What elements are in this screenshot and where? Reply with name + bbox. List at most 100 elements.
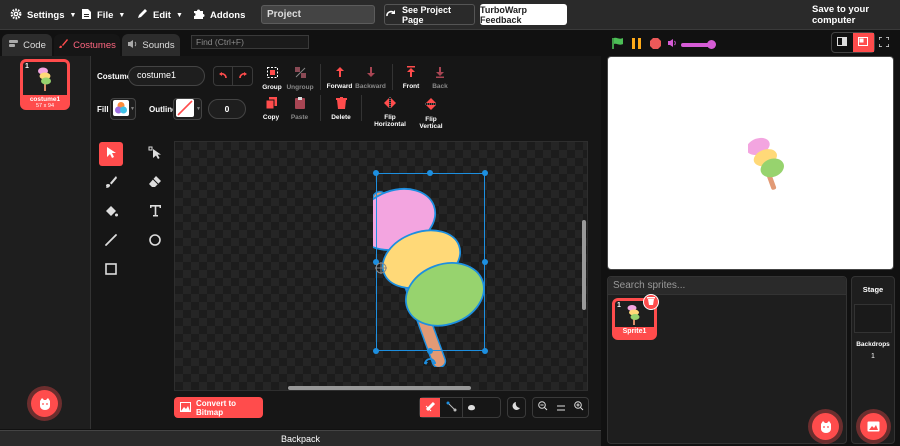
dark-mode-toggle[interactable]	[507, 397, 526, 418]
project-title-input[interactable]: Project	[261, 5, 375, 24]
horizontal-scrollbar[interactable]	[288, 386, 471, 390]
resize-handle[interactable]	[482, 170, 488, 176]
ungroup-button[interactable]: Ungroup	[286, 66, 314, 91]
addons-label: Addons	[210, 9, 246, 21]
fullscreen-button[interactable]	[878, 36, 890, 50]
flip-horizontal-icon	[383, 97, 397, 111]
sprite-on-stage	[746, 132, 788, 195]
selection-box[interactable]	[376, 173, 485, 351]
paste-button[interactable]: Paste	[289, 97, 310, 121]
backdrops-count: 1	[871, 353, 875, 360]
edit-menu[interactable]: Edit ▼	[136, 0, 183, 30]
redo-button[interactable]	[233, 67, 252, 85]
rotate-icon	[424, 357, 436, 369]
backpack-bar[interactable]: Backpack	[0, 430, 601, 446]
backward-button[interactable]: Backward	[355, 66, 386, 90]
save-to-computer-button[interactable]: Save to your computer	[812, 0, 900, 30]
stage-canvas[interactable]	[607, 56, 894, 270]
snap-to-point-button[interactable]	[440, 398, 462, 417]
magnet-icon	[425, 401, 436, 415]
zoom-out-icon[interactable]	[537, 401, 548, 414]
green-flag-icon	[611, 37, 624, 53]
gear-icon	[10, 8, 22, 23]
costume-item[interactable]: 1 costume1 57 x 94	[20, 59, 70, 110]
circle-tool[interactable]	[143, 229, 167, 253]
brush-tool[interactable]	[99, 171, 123, 195]
settings-menu[interactable]: Settings ▼	[10, 0, 76, 30]
reshape-tool[interactable]	[143, 142, 167, 166]
chevron-down-icon: ▼	[175, 11, 183, 19]
addons-menu[interactable]: Addons	[193, 0, 245, 30]
resize-handle[interactable]	[427, 348, 433, 354]
delete-button[interactable]: Delete	[330, 97, 352, 121]
snap-controls	[419, 397, 501, 418]
resize-handle[interactable]	[373, 170, 379, 176]
see-project-page-button[interactable]: See Project Page	[384, 4, 475, 25]
flip-vertical-button[interactable]: Flip Vertical	[414, 97, 448, 130]
costume-name-input[interactable]: costume1	[128, 66, 205, 86]
fill-tool[interactable]	[99, 200, 123, 224]
choose-backdrop-button[interactable]	[860, 413, 887, 440]
circle-icon	[148, 233, 162, 250]
stop-button[interactable]	[649, 37, 662, 53]
sprite-search-input[interactable]: Search sprites...	[608, 277, 846, 295]
small-stage-button[interactable]	[832, 33, 853, 52]
choose-costume-button[interactable]	[31, 390, 58, 417]
resize-handle[interactable]	[427, 170, 433, 176]
backdrops-label: Backdrops	[856, 341, 890, 348]
select-tool[interactable]	[99, 142, 123, 166]
flip-horizontal-button[interactable]: Flip Horizontal	[369, 97, 411, 128]
tab-costumes[interactable]: Costumes	[54, 34, 120, 56]
zoom-in-icon[interactable]	[573, 401, 584, 414]
file-menu[interactable]: File ▼	[81, 0, 125, 30]
snap-to-object-button[interactable]	[420, 398, 440, 417]
eraser-icon	[148, 175, 162, 192]
arrow-down-icon	[366, 66, 376, 80]
front-button[interactable]: Front	[400, 66, 422, 90]
stage-target-pane[interactable]: Stage Backdrops 1	[851, 276, 895, 444]
stop-icon	[649, 38, 662, 53]
find-input[interactable]: Find (Ctrl+F)	[191, 35, 309, 49]
line-tool[interactable]	[99, 229, 123, 253]
fill-color-picker[interactable]: ▼	[110, 98, 136, 120]
rectangle-tool[interactable]	[99, 258, 123, 282]
outline-width-input[interactable]: 0	[208, 99, 246, 119]
vertical-scrollbar[interactable]	[582, 220, 586, 310]
volume-control[interactable]	[667, 38, 716, 51]
file-label: File	[97, 9, 114, 21]
rotation-handle[interactable]	[424, 357, 436, 369]
color-swatch-icon	[113, 99, 129, 119]
group-button[interactable]: Group	[261, 66, 283, 91]
resize-handle[interactable]	[482, 259, 488, 265]
turbowarp-feedback-button[interactable]: TurboWarp Feedback	[480, 4, 567, 25]
back-button[interactable]: Back	[430, 66, 450, 90]
resize-handle[interactable]	[482, 348, 488, 354]
eraser-tool[interactable]	[143, 171, 167, 195]
outline-color-picker[interactable]: ▼	[173, 98, 202, 120]
text-tool[interactable]	[143, 200, 167, 224]
copy-button[interactable]: Copy	[261, 97, 281, 121]
stage-size-toggle	[831, 32, 875, 53]
forward-button[interactable]: Forward	[327, 66, 352, 90]
zoom-reset-icon[interactable]	[556, 402, 565, 414]
blob-snap-button[interactable]	[462, 398, 480, 417]
cursor-arrow-icon	[106, 146, 116, 162]
ungroup-label: Ungroup	[286, 84, 314, 91]
choose-sprite-button[interactable]	[812, 413, 839, 440]
arrow-up-icon	[335, 66, 345, 80]
delete-sprite-button[interactable]	[643, 294, 659, 310]
tab-sounds[interactable]: Sounds	[122, 34, 180, 56]
volume-slider[interactable]	[681, 39, 716, 49]
resize-handle[interactable]	[373, 348, 379, 354]
no-color-icon	[176, 98, 194, 120]
pause-button[interactable]	[631, 37, 642, 53]
large-stage-button[interactable]	[852, 33, 874, 52]
trash-icon	[647, 296, 655, 308]
cat-add-icon	[31, 390, 58, 417]
undo-button[interactable]	[214, 67, 234, 85]
green-flag-button[interactable]	[611, 37, 624, 53]
copy-icon	[265, 97, 277, 111]
blob-icon	[467, 402, 476, 414]
convert-to-bitmap-button[interactable]: Convert to Bitmap	[174, 397, 263, 418]
tab-code[interactable]: Code	[2, 34, 52, 56]
